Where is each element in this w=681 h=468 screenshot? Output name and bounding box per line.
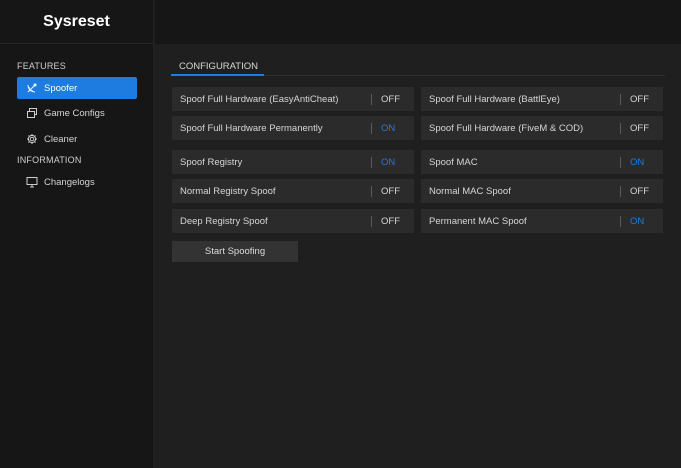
- option-toggle[interactable]: ON: [621, 157, 663, 168]
- tab-active-indicator: [171, 74, 264, 76]
- option-row: Spoof Full Hardware Permanently ON: [172, 116, 414, 140]
- sidebar-item-label: Game Configs: [44, 107, 105, 119]
- section-label-information: INFORMATION: [17, 155, 82, 165]
- stacked-windows-icon: [26, 107, 38, 119]
- option-toggle[interactable]: OFF: [621, 186, 663, 197]
- sidebar: Sysreset FEATURES Spoofer Game Configs C…: [0, 0, 154, 468]
- option-label: Normal Registry Spoof: [180, 185, 276, 197]
- top-bar: [155, 0, 681, 44]
- option-label: Deep Registry Spoof: [180, 215, 268, 227]
- option-label: Spoof Full Hardware (EasyAntiCheat): [180, 93, 339, 105]
- sidebar-item-label: Spoofer: [44, 82, 78, 94]
- option-toggle[interactable]: ON: [621, 216, 663, 227]
- satellite-dish-icon: [26, 82, 38, 94]
- option-toggle[interactable]: OFF: [372, 94, 414, 105]
- option-row: Normal Registry Spoof OFF: [172, 179, 414, 203]
- section-label-features: FEATURES: [17, 61, 66, 71]
- option-row: Spoof MAC ON: [421, 150, 663, 174]
- option-row: Deep Registry Spoof OFF: [172, 209, 414, 233]
- option-toggle[interactable]: OFF: [372, 186, 414, 197]
- option-row: Spoof Full Hardware (EasyAntiCheat) OFF: [172, 87, 414, 111]
- option-toggle[interactable]: OFF: [621, 123, 663, 134]
- option-toggle[interactable]: OFF: [621, 94, 663, 105]
- option-label: Spoof Full Hardware (FiveM & COD): [429, 122, 584, 134]
- option-row: Spoof Full Hardware (FiveM & COD) OFF: [421, 116, 663, 140]
- start-spoofing-button[interactable]: Start Spoofing: [172, 241, 298, 262]
- option-label: Spoof Full Hardware Permanently: [180, 122, 323, 134]
- tab-configuration[interactable]: CONFIGURATION: [171, 61, 266, 75]
- option-label: Normal MAC Spoof: [429, 185, 511, 197]
- app-window: Sysreset FEATURES Spoofer Game Configs C…: [0, 0, 681, 468]
- option-label: Spoof Registry: [180, 156, 243, 168]
- sidebar-item-label: Cleaner: [44, 133, 78, 145]
- option-label: Spoof MAC: [429, 156, 478, 168]
- gear-icon: [26, 133, 38, 145]
- option-row: Spoof Registry ON: [172, 150, 414, 174]
- option-toggle[interactable]: ON: [372, 123, 414, 134]
- sidebar-item-changelogs[interactable]: Changelogs: [17, 171, 137, 193]
- option-toggle[interactable]: OFF: [372, 216, 414, 227]
- option-toggle[interactable]: ON: [372, 157, 414, 168]
- option-row: Normal MAC Spoof OFF: [421, 179, 663, 203]
- sidebar-item-game-configs[interactable]: Game Configs: [17, 102, 137, 124]
- monitor-icon: [26, 176, 38, 188]
- sidebar-item-label: Changelogs: [44, 176, 95, 188]
- option-label: Permanent MAC Spoof: [429, 215, 527, 227]
- option-row: Permanent MAC Spoof ON: [421, 209, 663, 233]
- sidebar-item-spoofer[interactable]: Spoofer: [17, 77, 137, 99]
- app-title: Sysreset: [0, 0, 153, 44]
- sidebar-item-cleaner[interactable]: Cleaner: [17, 128, 137, 150]
- main-panel: CONFIGURATION Spoof Full Hardware (EasyA…: [155, 44, 681, 468]
- option-row: Spoof Full Hardware (BattlEye) OFF: [421, 87, 663, 111]
- option-label: Spoof Full Hardware (BattlEye): [429, 93, 560, 105]
